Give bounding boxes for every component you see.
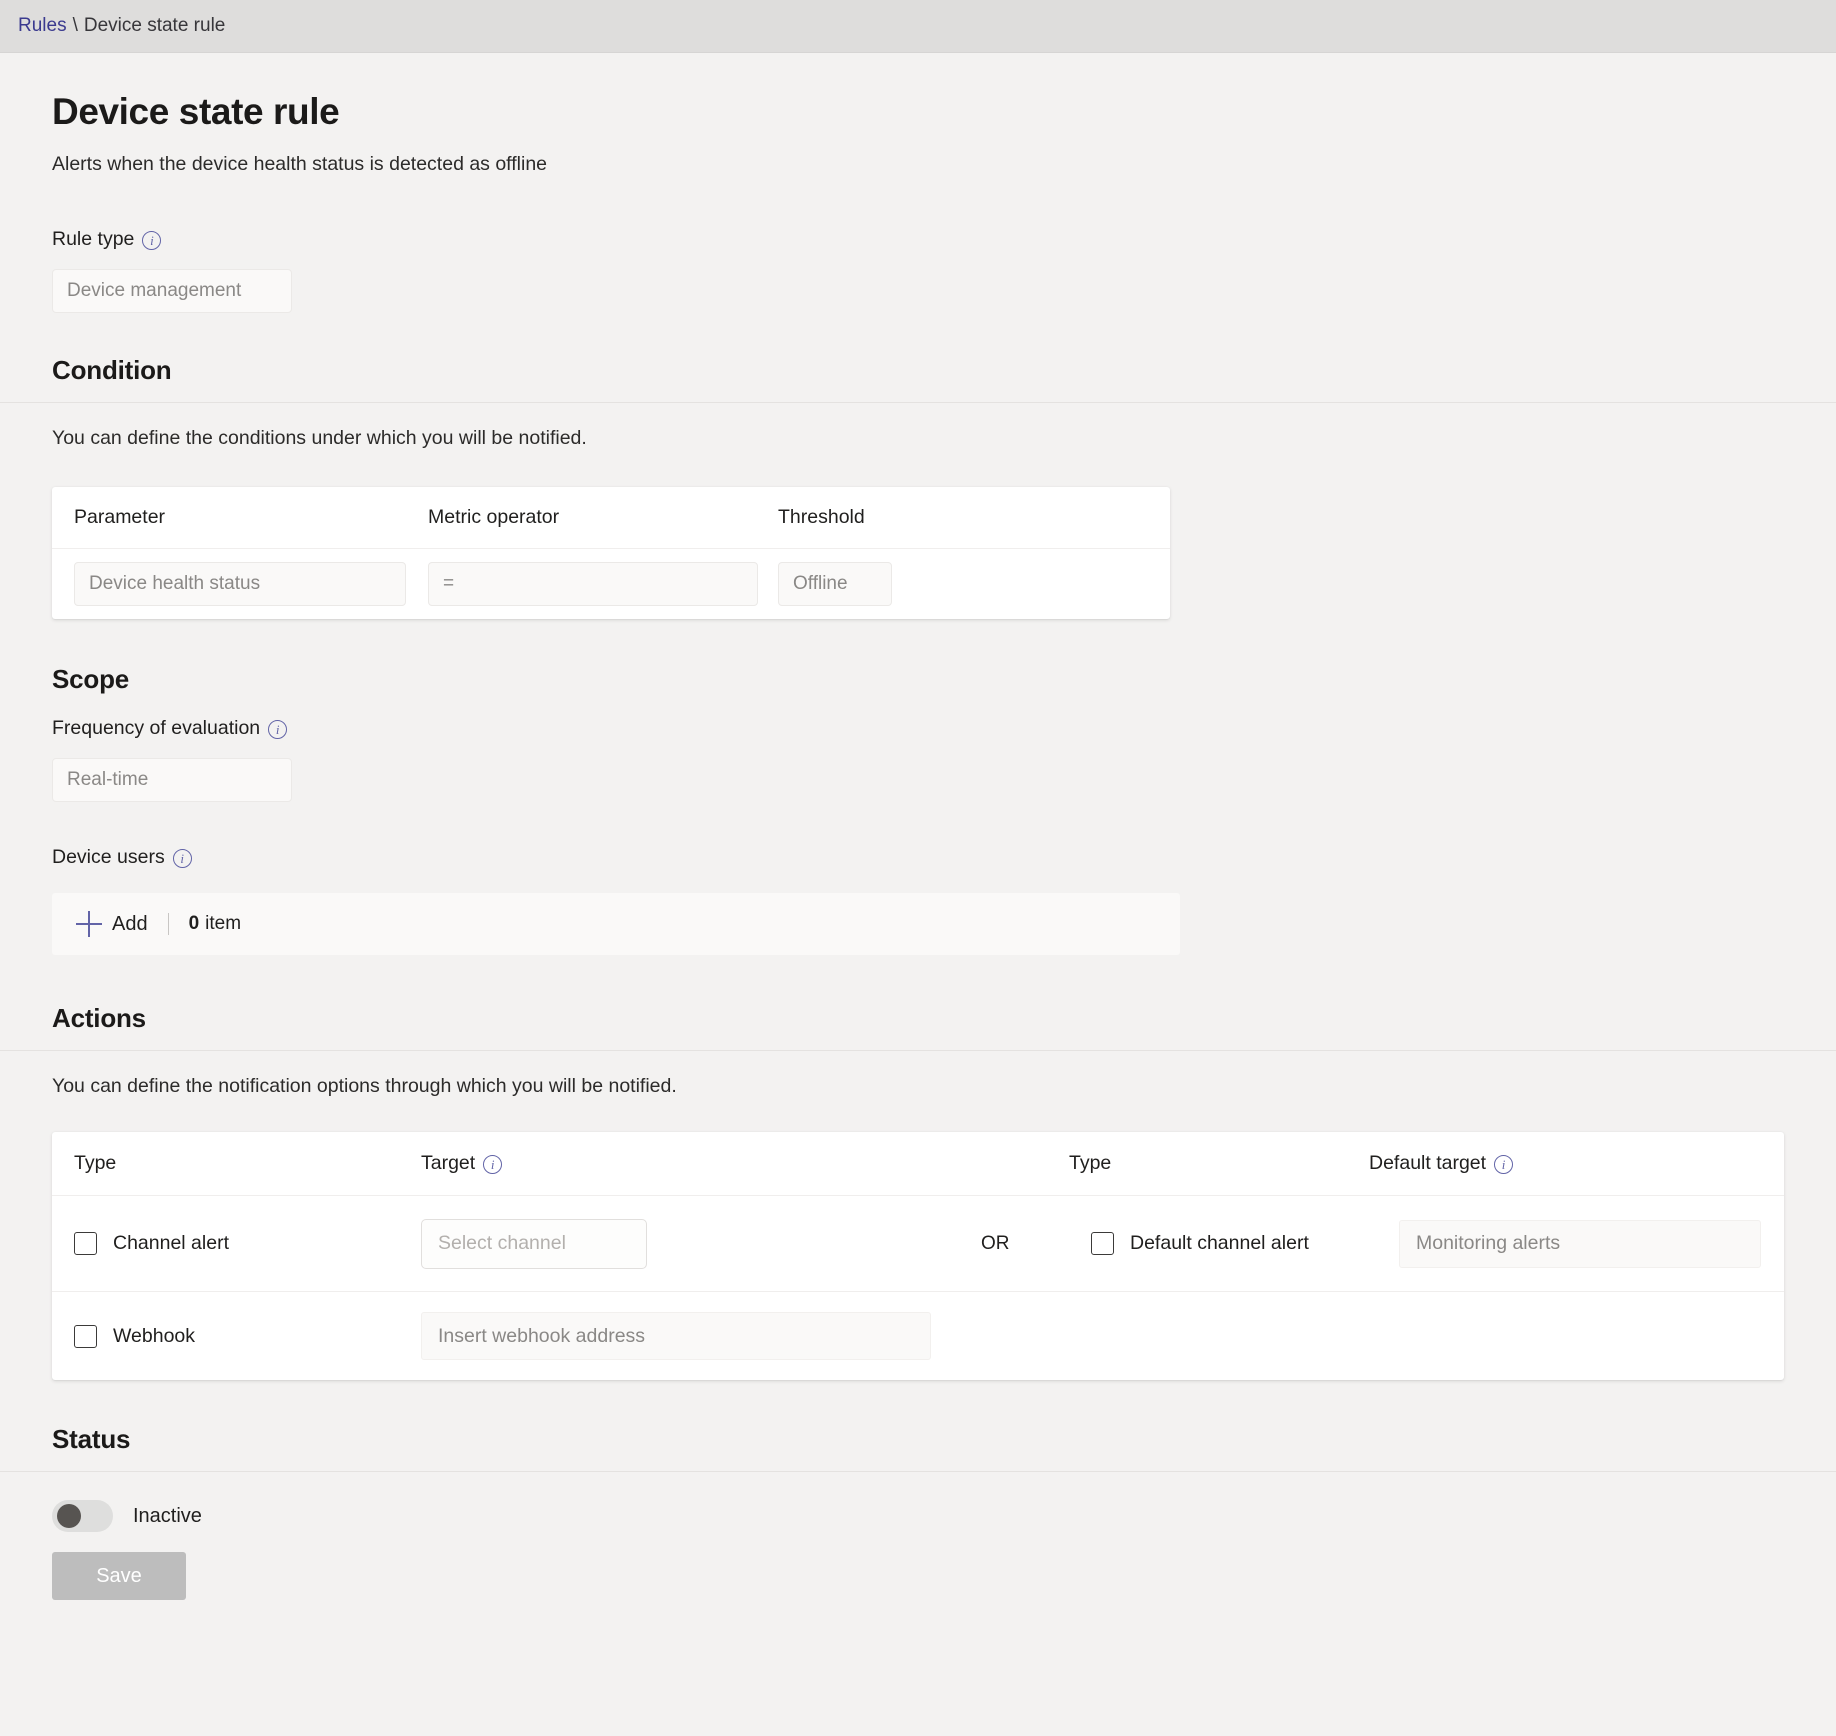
- webhook-checkbox[interactable]: [74, 1324, 97, 1348]
- info-icon[interactable]: [172, 849, 192, 868]
- channel-alert-target-cell: Select channel: [421, 1218, 981, 1269]
- breadcrumb-current: Device state rule: [83, 15, 226, 36]
- channel-alert-type-cell: Channel alert: [74, 1232, 421, 1255]
- rule-type-field[interactable]: Device management: [52, 269, 292, 313]
- breadcrumb-rules-link[interactable]: Rules: [18, 15, 67, 37]
- device-users-count-unit: item: [205, 913, 242, 934]
- info-icon[interactable]: [268, 720, 288, 739]
- default-channel-alert-checkbox[interactable]: [1091, 1232, 1114, 1255]
- condition-table-row: Device health status = Offline: [52, 549, 1170, 619]
- scope-section-title: Scope: [52, 664, 130, 694]
- default-target-field[interactable]: Monitoring alerts: [1399, 1219, 1761, 1268]
- status-divider: [0, 1471, 1836, 1472]
- default-channel-alert-type-cell: Default channel alert: [1091, 1232, 1399, 1255]
- default-target-cell: Monitoring alerts: [1399, 1219, 1784, 1268]
- status-toggle-label: Inactive: [133, 1504, 202, 1527]
- info-icon[interactable]: [142, 231, 162, 250]
- actions-section-title: Actions: [52, 1003, 146, 1033]
- toolbar-divider: [167, 913, 169, 935]
- status-toggle-row: Inactive: [52, 1500, 1784, 1532]
- default-channel-alert-label: Default channel alert: [1130, 1232, 1309, 1254]
- webhook-address-input[interactable]: Insert webhook address: [421, 1312, 931, 1360]
- condition-operator-cell: =: [428, 562, 778, 606]
- frequency-field[interactable]: Real-time: [52, 758, 292, 802]
- actions-col-target: Target: [421, 1152, 1069, 1175]
- device-users-toolbar: Add 0 item: [52, 893, 1180, 955]
- webhook-label: Webhook: [113, 1324, 196, 1347]
- page-subtitle: Alerts when the device health status is …: [52, 153, 548, 175]
- page-title: Device state rule: [52, 91, 340, 132]
- frequency-label: Frequency of evaluation: [52, 717, 1784, 740]
- table-row: Webhook Insert webhook address: [52, 1292, 1784, 1380]
- actions-divider: [0, 1050, 1836, 1051]
- condition-col-threshold: Threshold: [778, 506, 865, 528]
- condition-section-title: Condition: [52, 355, 172, 385]
- add-device-user-button[interactable]: Add: [112, 913, 148, 936]
- save-button[interactable]: Save: [52, 1552, 186, 1600]
- condition-parameter-field[interactable]: Device health status: [74, 562, 406, 606]
- device-users-label: Device users: [52, 846, 1784, 869]
- actions-col-type-left: Type: [74, 1152, 117, 1174]
- status-toggle[interactable]: [52, 1500, 113, 1532]
- condition-col-metric-operator: Metric operator: [428, 506, 560, 528]
- table-row: Channel alert Select channel OR Default …: [52, 1196, 1784, 1292]
- page-content: Device state rule Alerts when the device…: [0, 91, 1836, 1600]
- plus-icon[interactable]: [76, 911, 102, 937]
- condition-threshold-cell: Offline: [778, 562, 898, 606]
- condition-table: Parameter Metric operator Threshold Devi…: [52, 487, 1170, 619]
- info-icon[interactable]: [1494, 1155, 1514, 1174]
- toggle-knob: [57, 1504, 81, 1528]
- condition-divider: [0, 402, 1836, 403]
- actions-col-target-text: Target: [421, 1152, 476, 1174]
- actions-description: You can define the notification options …: [52, 1075, 677, 1097]
- condition-operator-field[interactable]: =: [428, 562, 758, 606]
- frequency-label-text: Frequency of evaluation: [52, 717, 261, 739]
- breadcrumb-bar: Rules \ Device state rule: [0, 0, 1836, 53]
- actions-table-header: Type Target Type Default target: [52, 1132, 1784, 1196]
- device-users-label-text: Device users: [52, 846, 165, 868]
- status-section-title: Status: [52, 1424, 131, 1454]
- condition-threshold-field[interactable]: Offline: [778, 562, 892, 606]
- channel-alert-label: Channel alert: [113, 1232, 229, 1254]
- actions-conjunction: OR: [981, 1233, 1091, 1255]
- actions-col-default-target: Default target: [1369, 1152, 1669, 1175]
- condition-col-parameter: Parameter: [74, 506, 166, 528]
- rule-type-label: Rule type: [52, 228, 1784, 251]
- actions-col-type-right: Type: [1069, 1152, 1112, 1174]
- select-channel-dropdown[interactable]: Select channel: [421, 1218, 647, 1269]
- actions-table: Type Target Type Default target Channel …: [52, 1132, 1784, 1380]
- actions-col-default-target-text: Default target: [1369, 1152, 1487, 1174]
- device-users-count: 0: [188, 913, 200, 934]
- condition-table-header: Parameter Metric operator Threshold: [52, 487, 1170, 549]
- condition-description: You can define the conditions under whic…: [52, 427, 587, 449]
- breadcrumb-separator: \: [72, 15, 78, 36]
- webhook-type-cell: Webhook: [74, 1324, 421, 1348]
- info-icon[interactable]: [483, 1155, 503, 1174]
- or-text: OR: [981, 1232, 1010, 1254]
- channel-alert-checkbox[interactable]: [74, 1232, 97, 1255]
- webhook-address-cell: Insert webhook address: [421, 1312, 1784, 1360]
- condition-parameter-cell: Device health status: [74, 562, 428, 606]
- rule-type-label-text: Rule type: [52, 228, 135, 250]
